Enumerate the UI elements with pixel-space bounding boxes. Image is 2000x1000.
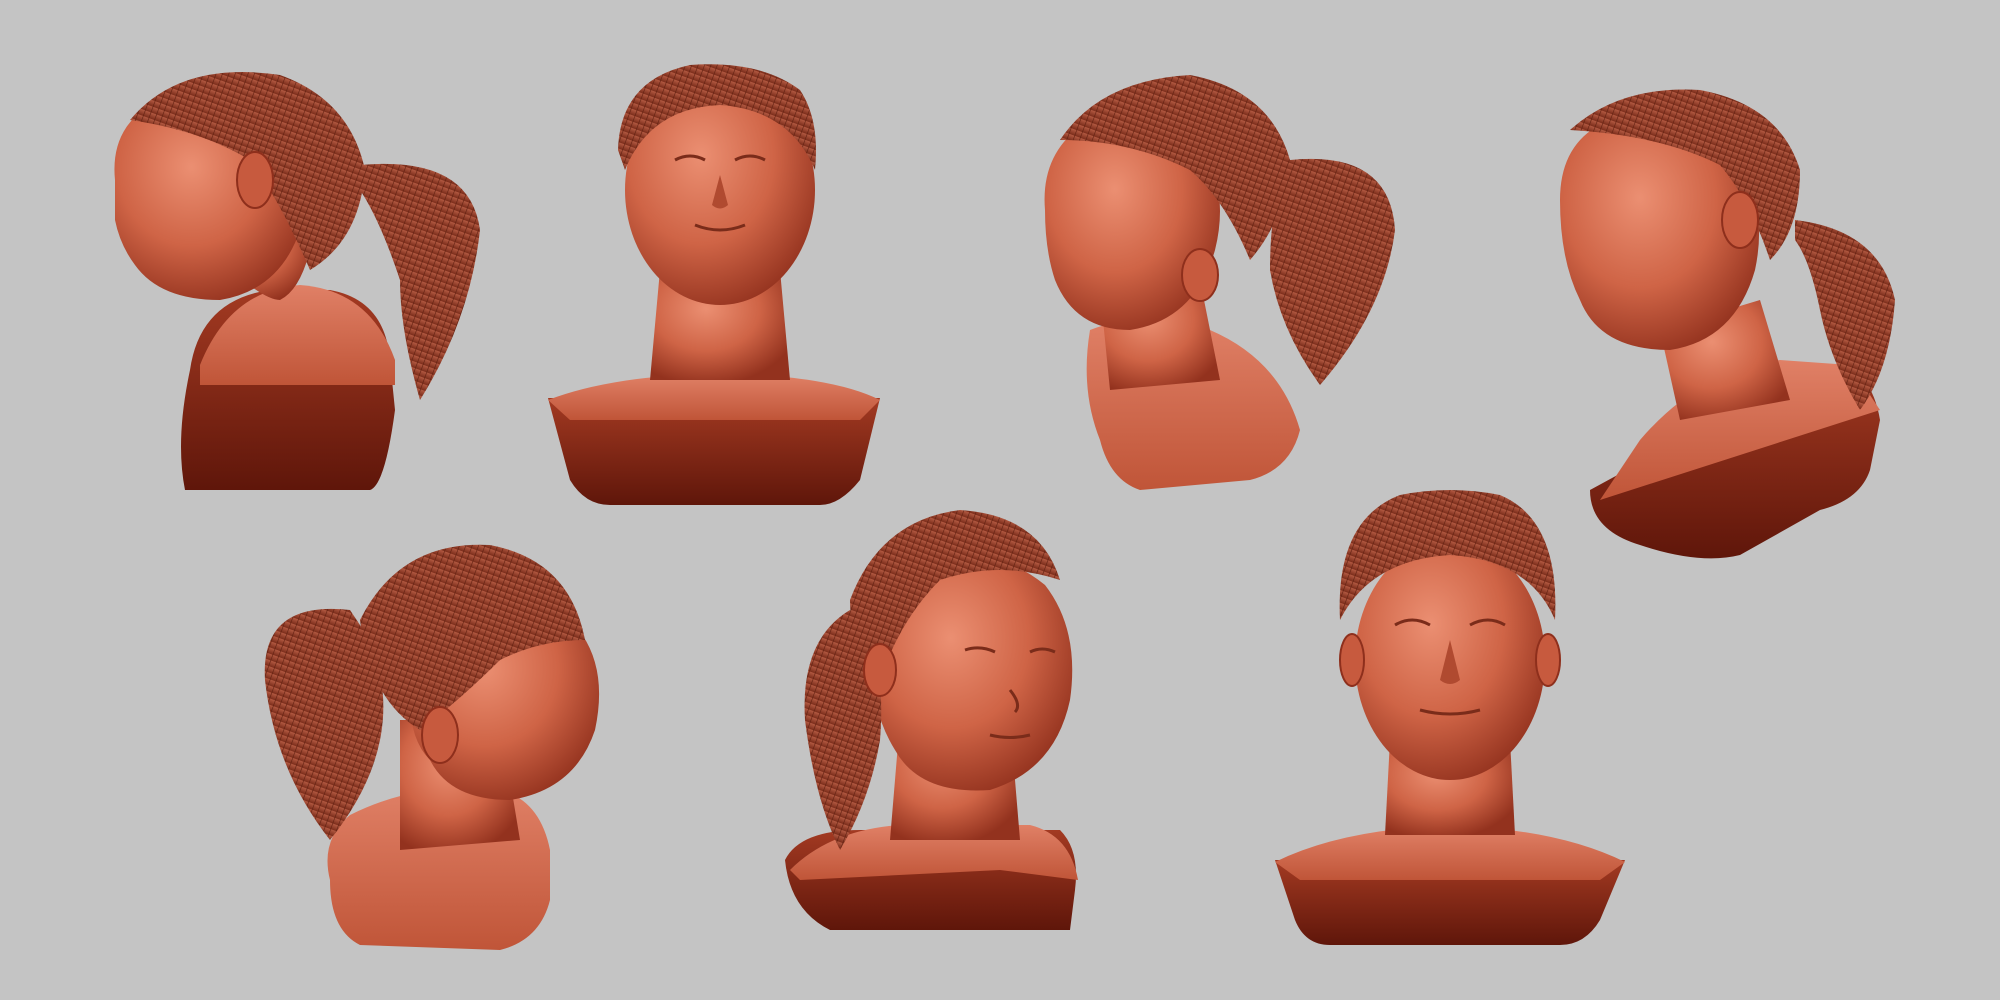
bust-left-three-quarter-tilt (1560, 89, 1895, 559)
bust-right-profile (264, 544, 600, 950)
bust-left-profile (114, 72, 480, 490)
bust-left-three-quarter-down (1044, 75, 1395, 490)
bust-front (1275, 490, 1625, 945)
sculpt-turnaround-canvas (0, 0, 2000, 1000)
bust-front-upward (548, 64, 880, 505)
scene-svg (114, 64, 1895, 950)
bust-right-three-quarter (785, 510, 1078, 930)
